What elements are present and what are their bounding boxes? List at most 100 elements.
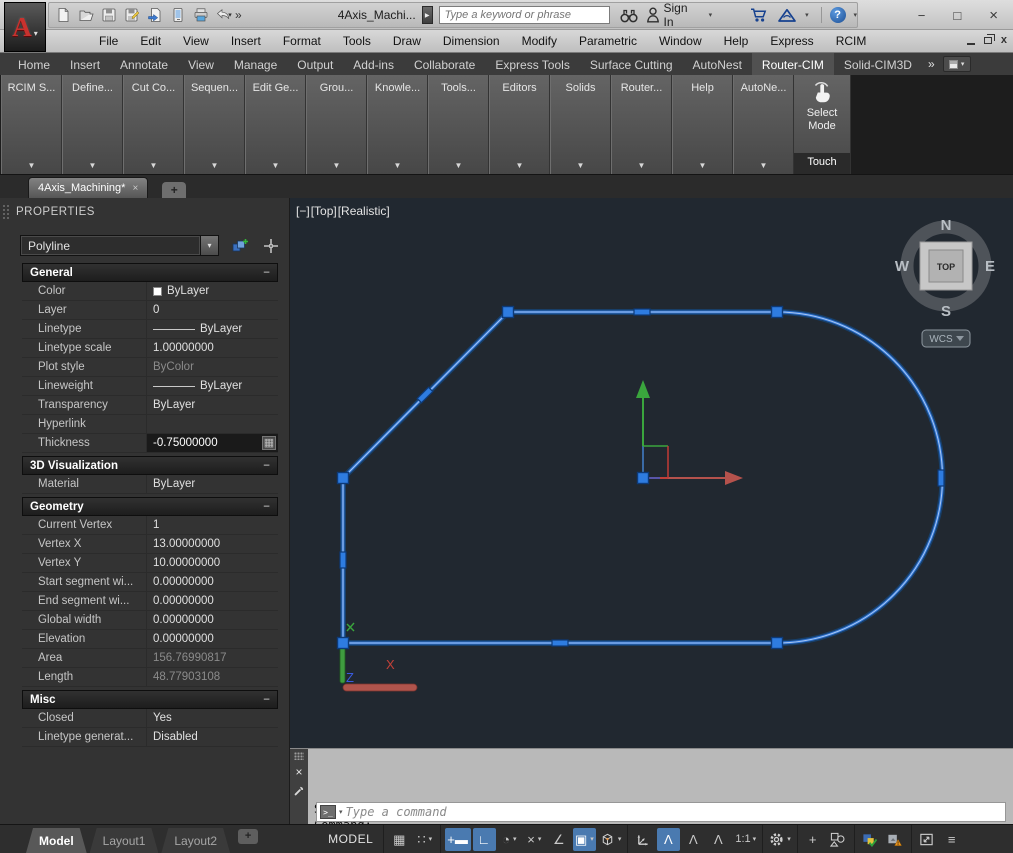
object-snap[interactable]: ▣ ▾ <box>573 828 596 851</box>
property-row[interactable]: Transparency ByLayer ▦ <box>22 396 278 415</box>
chevron-down-icon[interactable]: ▾ <box>787 835 791 843</box>
wrench-icon[interactable] <box>293 784 305 802</box>
menu-item[interactable]: View <box>172 32 220 50</box>
property-row[interactable]: Linetype generat... Disabled ▦ <box>22 728 278 747</box>
ribbon-tab-overflow-icon[interactable]: » <box>922 53 941 75</box>
property-row[interactable]: End segment wi... 0.00000000 ▦ <box>22 592 278 611</box>
solids[interactable]: Solids ▼ <box>550 75 611 174</box>
export[interactable]: ▾ <box>145 5 164 25</box>
clean-screen[interactable]: ▾ <box>916 828 939 851</box>
router[interactable]: Router... ▼ <box>611 75 672 174</box>
mdi-minimize-button[interactable] <box>967 43 975 45</box>
object-snap-tracking[interactable]: ∠ ▾ <box>548 828 571 851</box>
menu-item[interactable]: Modify <box>511 32 568 50</box>
viewport-control[interactable]: [Top] <box>311 204 337 218</box>
group[interactable]: Grou... ▼ <box>306 75 367 174</box>
mdi-restore-button[interactable] <box>984 37 992 44</box>
drag-grip-icon[interactable] <box>294 752 304 760</box>
chevron-down-icon[interactable]: ▼ <box>551 161 610 170</box>
edit-geometry[interactable]: Edit Ge... ▼ <box>245 75 306 174</box>
collapse-icon[interactable]: − <box>263 267 270 279</box>
chevron-down-icon[interactable]: ▼ <box>246 161 305 170</box>
rcim-setup[interactable]: RCIM S... ▼ <box>1 75 62 174</box>
chevron-down-icon[interactable]: ▼ <box>2 161 61 170</box>
property-row[interactable]: Start segment wi... 0.00000000 ▦ <box>22 573 278 592</box>
menu-item[interactable]: Window <box>648 32 713 50</box>
toggle-pickadd-button[interactable] <box>230 237 250 255</box>
menu-item[interactable]: File <box>88 32 129 50</box>
ribbon-tab[interactable]: Annotate <box>110 53 178 75</box>
app-store-icon[interactable] <box>750 7 769 23</box>
ribbon-tab[interactable]: Add-ins <box>343 53 404 75</box>
print[interactable]: ▾ <box>191 5 210 25</box>
property-row[interactable]: Linetype scale 1.00000000 ▦ <box>22 339 278 358</box>
drawing-tab[interactable]: 4Axis_Machining* × <box>28 177 148 198</box>
publish[interactable]: ▾ <box>168 5 187 25</box>
viewport-control[interactable]: [−] <box>296 204 310 218</box>
ribbon-tab[interactable]: AutoNest <box>683 53 752 75</box>
3d-object-snap[interactable]: ▾ <box>598 828 624 851</box>
ribbon-minimize-button[interactable]: ▾ <box>943 56 971 72</box>
section-header[interactable]: Geometry − <box>22 497 278 516</box>
ribbon-tab[interactable]: Solid-CIM3D <box>834 53 922 75</box>
property-row[interactable]: Area 156.76990817 ▦ <box>22 649 278 668</box>
menu-item[interactable]: Dimension <box>432 32 511 50</box>
chevron-down-icon[interactable]: ▾ <box>513 835 517 843</box>
workspace[interactable]: ▾ <box>767 828 793 851</box>
menu-item[interactable]: Format <box>272 32 332 50</box>
ribbon-tab[interactable]: Home <box>8 53 60 75</box>
minimize-button[interactable]: − <box>918 8 926 23</box>
open[interactable]: ▾ <box>76 5 95 25</box>
collapse-icon[interactable]: − <box>263 501 270 513</box>
chevron-down-icon[interactable]: ▼ <box>307 161 366 170</box>
collapse-icon[interactable]: − <box>263 460 270 472</box>
tools[interactable]: Tools... ▼ <box>428 75 489 174</box>
chevron-down-icon[interactable]: ▼ <box>63 161 122 170</box>
view-cube[interactable]: N S W E TOP <box>895 217 995 320</box>
define[interactable]: Define... ▼ <box>62 75 123 174</box>
chevron-down-icon[interactable]: ▾ <box>538 835 542 843</box>
property-row[interactable]: Vertex X 13.00000000 ▦ <box>22 535 278 554</box>
ribbon-tab[interactable]: Output <box>287 53 343 75</box>
mdi-close-button[interactable]: x <box>1001 34 1007 46</box>
drawing-canvas[interactable]: Z X N <box>290 198 1013 748</box>
property-row[interactable]: Global width 0.00000000 ▦ <box>22 611 278 630</box>
menu-item[interactable]: Parametric <box>568 32 648 50</box>
property-row[interactable]: Elevation 0.00000000 ▦ <box>22 630 278 649</box>
new-layout-button[interactable]: + <box>238 829 258 844</box>
editors[interactable]: Editors ▼ <box>489 75 550 174</box>
chevron-down-icon[interactable]: ▼ <box>124 161 183 170</box>
viewport-control[interactable]: [Realistic] <box>338 204 390 218</box>
property-row[interactable]: Layer 0 ▦ <box>22 301 278 320</box>
new-drawing-tab-button[interactable]: + <box>162 182 186 198</box>
search-expand-button[interactable]: ▶ <box>422 6 433 24</box>
chevron-down-icon[interactable]: ▾ <box>201 235 219 256</box>
close-tab-icon[interactable]: × <box>132 183 138 194</box>
maximize-button[interactable]: □ <box>953 8 961 23</box>
chevron-down-icon[interactable]: ▾ <box>618 835 622 843</box>
annotation-visibility[interactable]: Λ ▾ <box>657 828 680 851</box>
chevron-down-icon[interactable]: ▾ <box>590 835 594 843</box>
palette-grip[interactable] <box>2 204 10 220</box>
chevron-down-icon[interactable]: ▾ <box>805 11 809 19</box>
menu-item[interactable]: Insert <box>220 32 272 50</box>
chevron-down-icon[interactable]: ▾ <box>753 835 757 843</box>
undo[interactable]: ▾ <box>214 5 233 25</box>
ribbon-tab[interactable]: View <box>178 53 224 75</box>
object-type-select[interactable]: Polyline <box>20 235 201 256</box>
section-header[interactable]: General − <box>22 263 278 282</box>
help-icon[interactable]: ? <box>830 7 846 23</box>
menu-item[interactable]: Help <box>713 32 760 50</box>
annotation-autoscale[interactable]: Λ ▾ <box>682 828 705 851</box>
application-menu-button[interactable]: A▾ <box>4 2 46 52</box>
property-row[interactable]: Hyperlink ▦ <box>22 415 278 434</box>
select-objects-button[interactable] <box>261 237 281 255</box>
chevron-down-icon[interactable]: ▼ <box>490 161 549 170</box>
collapse-icon[interactable]: − <box>263 694 270 706</box>
property-row[interactable]: Current Vertex 1 ▦ <box>22 516 278 535</box>
crosshair[interactable]: + ▾ <box>802 828 825 851</box>
property-row[interactable]: Thickness -0.75000000 ▦ <box>22 434 278 453</box>
sign-in-button[interactable]: Sign In <box>664 1 701 29</box>
menu-item[interactable]: Express <box>759 32 824 50</box>
cut-control[interactable]: Cut Co... ▼ <box>123 75 184 174</box>
